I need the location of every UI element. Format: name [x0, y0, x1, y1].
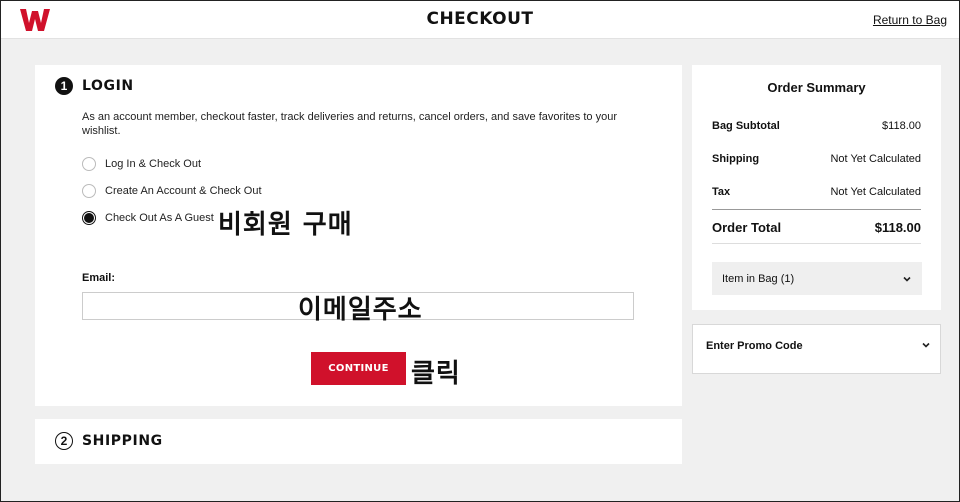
option-create-account[interactable]: Create An Account & Check Out [82, 184, 262, 198]
summary-divider [712, 209, 921, 210]
summary-divider [712, 243, 921, 244]
annotation-guest: 비회원 구매 [218, 210, 353, 240]
page-title: CHECKOUT [426, 9, 534, 29]
shipping-section[interactable]: 2 SHIPPING [35, 419, 682, 464]
option-label: Log In & Check Out [105, 158, 201, 170]
summary-row-shipping: Shipping Not Yet Calculated [712, 153, 921, 165]
total-value: $118.00 [874, 220, 921, 235]
option-label: Create An Account & Check Out [105, 185, 262, 197]
summary-label: Tax [712, 186, 731, 198]
annotation-email: 이메일주소 [298, 295, 423, 325]
summary-total-row: Order Total $118.00 [712, 220, 921, 235]
chevron-down-icon [922, 342, 930, 348]
option-guest-checkout[interactable]: Check Out As A Guest [82, 211, 214, 225]
login-title: LOGIN [82, 78, 134, 94]
summary-value: $118.00 [882, 120, 921, 132]
summary-title: Order Summary [767, 80, 866, 95]
summary-value: Not Yet Calculated [830, 153, 921, 165]
summary-row-subtotal: Bag Subtotal $118.00 [712, 120, 921, 132]
login-section: 1 LOGIN As an account member, checkout f… [35, 65, 682, 406]
summary-label: Bag Subtotal [712, 120, 780, 132]
chevron-down-icon [903, 276, 911, 282]
step-number-badge: 1 [55, 77, 73, 95]
step-number-badge: 2 [55, 432, 73, 450]
option-label: Check Out As A Guest [105, 212, 214, 224]
site-header: CHECKOUT Return to Bag [1, 1, 959, 39]
continue-button[interactable]: CONTINUE [311, 352, 406, 385]
login-step-header: 1 LOGIN [55, 77, 134, 95]
annotation-click: 클릭 [411, 359, 461, 389]
bag-items-label: Item in Bag (1) [722, 272, 795, 285]
shipping-title: SHIPPING [82, 433, 163, 449]
summary-value: Not Yet Calculated [830, 186, 921, 198]
items-in-bag-accordion[interactable]: Item in Bag (1) [712, 262, 922, 295]
radio-button[interactable] [82, 157, 96, 171]
summary-row-tax: Tax Not Yet Calculated [712, 186, 921, 198]
radio-button-selected[interactable] [82, 211, 96, 225]
total-label: Order Total [712, 220, 782, 235]
return-to-bag-link[interactable]: Return to Bag [873, 13, 947, 27]
radio-button[interactable] [82, 184, 96, 198]
login-intro-text: As an account member, checkout faster, t… [82, 111, 617, 137]
promo-label: Enter Promo Code [706, 340, 803, 352]
summary-label: Shipping [712, 153, 760, 165]
option-login-checkout[interactable]: Log In & Check Out [82, 157, 201, 171]
order-summary: Order Summary Bag Subtotal $118.00 Shipp… [692, 65, 941, 310]
radio-dot-icon [84, 213, 94, 223]
promo-code-accordion[interactable]: Enter Promo Code [692, 324, 941, 374]
email-label: Email: [82, 272, 116, 284]
shipping-step-header: 2 SHIPPING [55, 432, 163, 450]
